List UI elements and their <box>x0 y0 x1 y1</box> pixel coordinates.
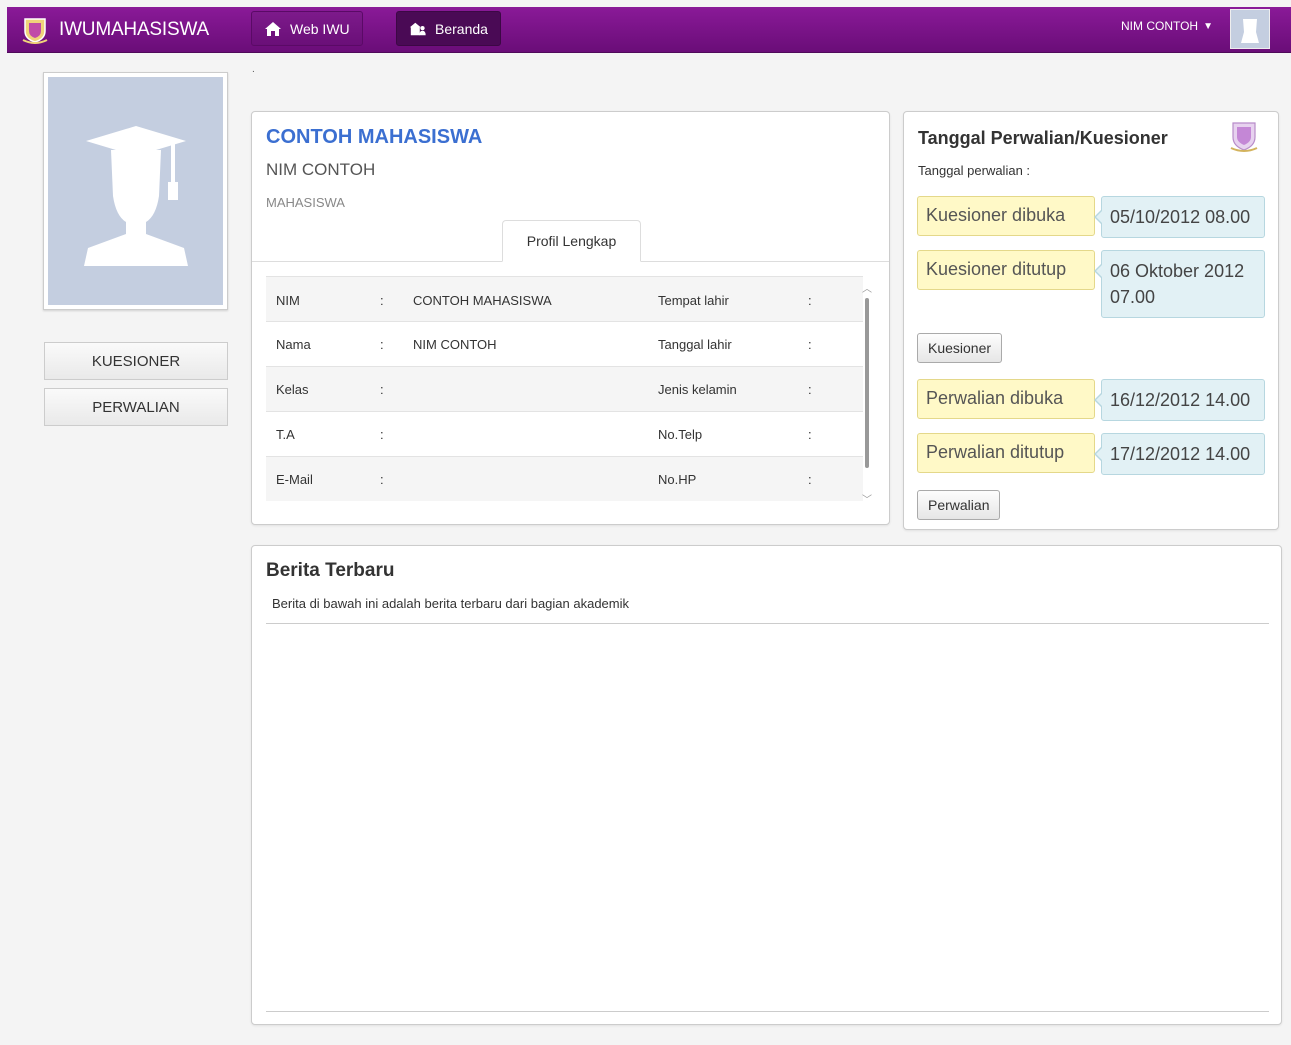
graduate-silhouette-icon <box>83 126 188 266</box>
nav-web-iwu-button[interactable]: Web IWU <box>251 11 363 46</box>
news-title: Berita Terbaru <box>266 560 395 581</box>
perwalian-open-label: Perwalian dibuka <box>917 379 1095 419</box>
dates-subtitle: Tanggal perwalian : <box>918 163 1031 178</box>
row-separator-2: : <box>808 472 812 487</box>
avatar[interactable] <box>1230 9 1270 49</box>
row-separator: : <box>380 337 384 352</box>
perwalian-close-value: 17/12/2012 14.00 <box>1094 433 1265 475</box>
row-separator: : <box>380 472 384 487</box>
table-row: Nama : NIM CONTOH Tanggal lahir : <box>266 321 863 366</box>
row-label: NIM <box>276 293 300 308</box>
brand-title: IWUMAHASISWA <box>59 19 209 40</box>
user-silhouette-icon <box>1231 10 1269 48</box>
student-name: CONTOH MAHASISWA <box>266 126 483 148</box>
row-label-2: Jenis kelamin <box>658 382 737 397</box>
table-row: E-Mail : No.HP : <box>266 456 863 501</box>
kuesioner-close-value: 06 Oktober 2012 07.00 <box>1094 250 1265 318</box>
table-row: Kelas : Jenis kelamin : <box>266 366 863 411</box>
news-divider-bottom <box>266 1011 1269 1012</box>
dates-panel: Tanggal Perwalian/Kuesioner Tanggal perw… <box>903 111 1279 530</box>
row-label-2: No.Telp <box>658 427 703 442</box>
perwalian-button[interactable]: Perwalian <box>917 490 1001 520</box>
kuesioner-open-label: Kuesioner dibuka <box>917 196 1095 236</box>
nav-beranda-button[interactable]: Beranda <box>396 11 501 46</box>
user-menu-dropdown[interactable]: NIM CONTOH ▼ <box>1121 19 1213 33</box>
row-label: T.A <box>276 427 295 442</box>
profile-panel: CONTOH MAHASISWA NIM CONTOH MAHASISWA Pr… <box>251 111 890 525</box>
nav-beranda-label: Beranda <box>435 20 488 37</box>
table-scrollbar[interactable]: ︿ ﹀ <box>860 280 874 506</box>
profile-info-table: NIM : CONTOH MAHASISWA Tempat lahir : Na… <box>266 276 863 501</box>
perwalian-close-label: Perwalian ditutup <box>917 433 1095 473</box>
table-row: NIM : CONTOH MAHASISWA Tempat lahir : <box>266 276 863 321</box>
row-separator: : <box>380 382 384 397</box>
row-label: E-Mail <box>276 472 313 487</box>
profile-photo <box>43 72 228 310</box>
university-logo-icon <box>22 18 48 44</box>
nav-web-iwu-label: Web IWU <box>290 20 350 37</box>
kuesioner-button[interactable]: Kuesioner <box>917 333 1003 363</box>
top-navbar: IWUMAHASISWA Web IWU Beranda NIM CONTOH … <box>7 7 1291 53</box>
row-separator-2: : <box>808 427 812 442</box>
news-panel: Berita Terbaru Berita di bawah ini adala… <box>251 545 1282 1025</box>
home-users-icon <box>409 22 426 35</box>
row-label-2: No.HP <box>658 472 697 487</box>
home-icon <box>265 21 281 36</box>
kuesioner-sidebar-button[interactable]: KUESIONER <box>44 342 228 380</box>
row-value: NIM CONTOH <box>413 337 497 352</box>
row-label-2: Tempat lahir <box>658 293 729 308</box>
user-name: NIM CONTOH <box>1120 19 1199 33</box>
row-value: CONTOH MAHASISWA <box>413 293 552 308</box>
scroll-up-icon[interactable]: ︿ <box>860 280 874 295</box>
student-role: MAHASISWA <box>266 195 345 210</box>
university-logo-icon <box>1230 122 1258 152</box>
dot-mark: . <box>252 64 255 75</box>
row-separator-2: : <box>808 293 812 308</box>
news-subtitle: Berita di bawah ini adalah berita terbar… <box>272 596 629 611</box>
kuesioner-open-value: 05/10/2012 08.00 <box>1094 196 1265 238</box>
scroll-down-icon[interactable]: ﹀ <box>860 491 874 506</box>
kuesioner-close-label: Kuesioner ditutup <box>917 250 1095 290</box>
row-label-2: Tanggal lahir <box>658 337 732 352</box>
row-separator: : <box>380 293 384 308</box>
scroll-thumb[interactable] <box>865 298 869 468</box>
row-label: Nama <box>276 337 311 352</box>
row-separator-2: : <box>808 337 812 352</box>
perwalian-open-value: 16/12/2012 14.00 <box>1094 379 1265 421</box>
student-nim: NIM CONTOH <box>266 160 376 179</box>
news-divider-top <box>266 623 1269 624</box>
row-separator: : <box>380 427 384 442</box>
perwalian-sidebar-button[interactable]: PERWALIAN <box>44 388 228 426</box>
row-label: Kelas <box>276 382 309 397</box>
table-row: T.A : No.Telp : <box>266 411 863 456</box>
tab-profil-lengkap[interactable]: Profil Lengkap <box>502 220 641 262</box>
row-separator-2: : <box>808 382 812 397</box>
chevron-down-icon: ▼ <box>1203 20 1213 32</box>
dates-title: Tanggal Perwalian/Kuesioner <box>918 128 1168 148</box>
brand[interactable]: IWUMAHASISWA <box>21 14 209 46</box>
